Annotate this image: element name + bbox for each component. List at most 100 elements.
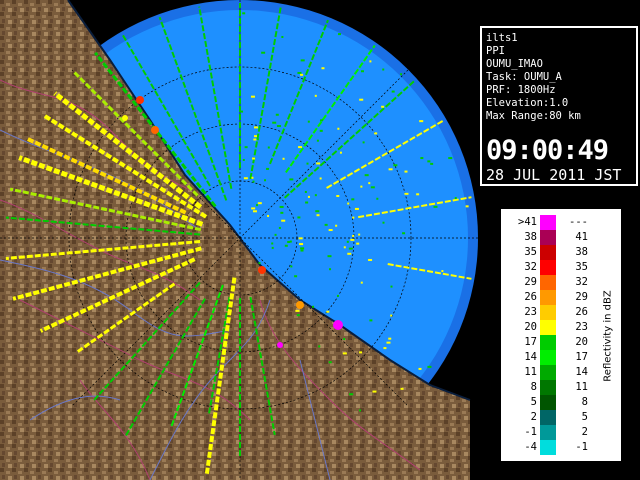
echo-dot (400, 387, 404, 390)
legend-color-swatch (540, 425, 556, 440)
echo-dot (360, 281, 363, 284)
legend-low-value: 14 (524, 351, 537, 363)
legend-low-value: 23 (524, 306, 537, 318)
legend-high-value: 14 (575, 366, 588, 378)
echo-dot (315, 210, 320, 213)
echo-dot (416, 193, 420, 196)
echo-dot (360, 70, 364, 73)
echo-dot (261, 51, 266, 54)
echo-dot (328, 361, 332, 364)
legend-color-swatch (540, 215, 556, 230)
echo-dot (376, 197, 379, 200)
legend-high-value: 2 (581, 426, 588, 438)
legend-row: 32 35 (501, 260, 596, 275)
echo-dot (329, 268, 332, 271)
echo-dot (275, 113, 279, 116)
echo-dot (294, 275, 298, 278)
echo-dot (316, 214, 320, 217)
echo-dot (300, 247, 305, 250)
echo-dot (254, 135, 258, 138)
echo-dot (328, 229, 333, 232)
echo-dot (267, 214, 270, 217)
echo-dot (368, 182, 371, 185)
echo-dot (271, 242, 274, 245)
echo-dot (297, 71, 302, 74)
echo-dot (419, 120, 424, 123)
echo-dot (321, 67, 325, 70)
echo-dot (369, 60, 372, 63)
echo-dot (279, 205, 284, 208)
echo-dot (251, 207, 256, 210)
legend-title-text: Reflectivity in dBZ (602, 290, 614, 382)
echo-dot (374, 132, 378, 135)
echo-dot (299, 243, 304, 246)
echo-dot (343, 246, 346, 249)
echo-dot (369, 319, 373, 322)
legend-row: 58 (501, 395, 596, 410)
legend-color-swatch (540, 320, 556, 335)
max-range-label: Max Range:80 km (486, 110, 581, 122)
legend-color-swatch (540, 350, 556, 365)
echo-dot (252, 210, 257, 213)
legend-low-value: 5 (530, 396, 537, 408)
legend-high-value: --- (569, 216, 588, 228)
legend-low-value: -1 (524, 426, 537, 438)
legend-row: 35 38 (501, 245, 596, 260)
echo-dot (404, 170, 408, 173)
echo-dot (352, 234, 355, 237)
legend-color-swatch (540, 245, 556, 260)
echo-dot (272, 121, 277, 124)
legend-row: 20 23 (501, 320, 596, 335)
prf-label: PRF: 1800Hz (486, 84, 556, 96)
legend-high-value: 41 (575, 231, 588, 243)
echo-dot (314, 194, 317, 197)
echo-dot (300, 249, 304, 252)
legend-low-value: 11 (524, 366, 537, 378)
echo-dot (420, 157, 424, 160)
legend-color-swatch (540, 305, 556, 320)
echo-dot (352, 216, 355, 219)
echo-dot (327, 255, 332, 258)
echo-dot (326, 310, 330, 313)
legend-low-value: 17 (524, 336, 537, 348)
echo-dot (267, 146, 270, 149)
legend-high-value: 8 (581, 396, 588, 408)
echo-dot (324, 223, 328, 226)
legend-high-value: 23 (575, 321, 588, 333)
echo-dot (244, 146, 248, 149)
echo-dot (382, 68, 385, 71)
legend-row: 11 14 (501, 365, 596, 380)
echo-dot (441, 270, 444, 273)
task-label: Task: OUMU_A (486, 71, 562, 83)
echo-dot (381, 105, 385, 108)
echo-dot (307, 195, 310, 198)
echo-dot (358, 233, 361, 236)
echo-dot (264, 179, 267, 182)
echo-dot (290, 265, 293, 268)
echo-dot (390, 314, 393, 317)
legend-high-value: 5 (581, 411, 588, 423)
legend-color-swatch (540, 275, 556, 290)
echo-dot (343, 338, 346, 341)
echo-dot (391, 90, 395, 93)
echo-dot (372, 390, 377, 393)
echo-dot (251, 176, 254, 179)
legend-row: 23 26 (501, 305, 596, 320)
legend-low-value: -4 (524, 441, 537, 453)
echo-dot (354, 207, 359, 210)
reflectivity-legend: >41 --- 38 41 35 38 32 35 29 32 26 29 23 26 20 23 17 20 14… (500, 208, 622, 462)
echo-dot (281, 35, 284, 38)
legend-high-value: 35 (575, 261, 588, 273)
legend-row: >41 --- (501, 215, 596, 230)
legend-high-value: 26 (575, 306, 588, 318)
echo-dot (256, 204, 259, 207)
echo-dot (242, 12, 246, 15)
legend-color-swatch (540, 395, 556, 410)
echo-dot (383, 347, 387, 350)
echo-dot (388, 168, 393, 171)
echo-dot (430, 162, 434, 165)
echo-dot (433, 205, 438, 208)
echo-dot (253, 126, 258, 129)
echo-dot (402, 232, 406, 235)
echo-dot (304, 190, 307, 193)
